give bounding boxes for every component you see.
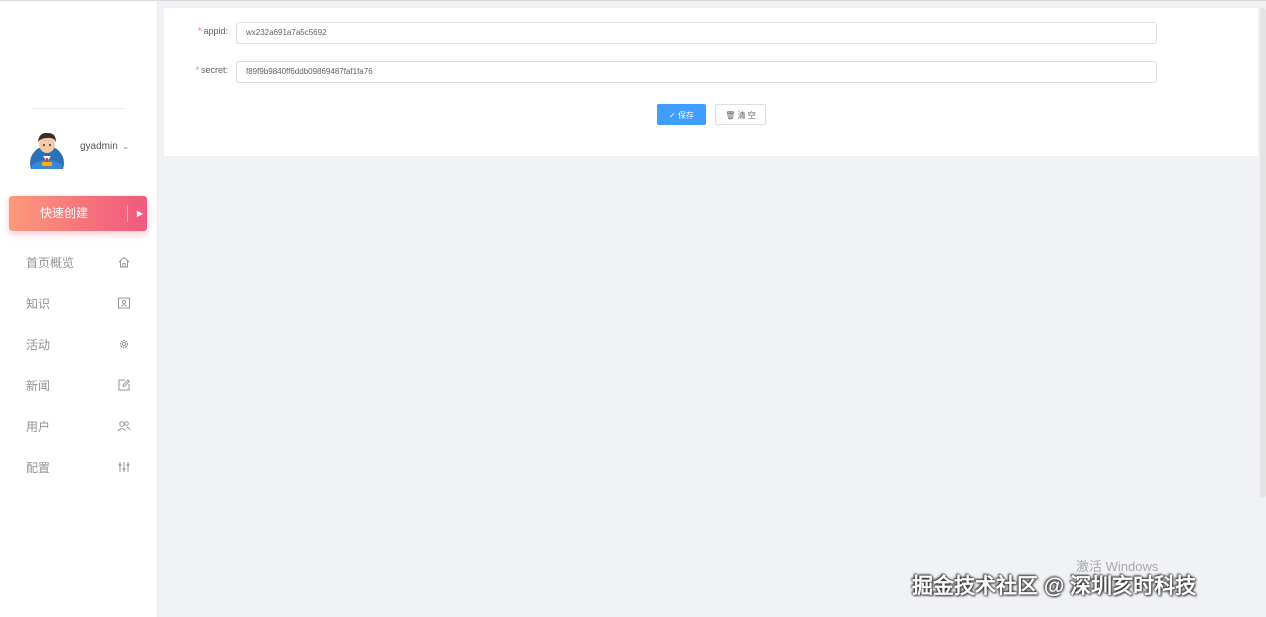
sidebar-item-activity[interactable]: 活动 (0, 324, 156, 364)
secret-input[interactable]: f89f9b9840ff6ddb09869487faf1fa76 (236, 61, 1157, 83)
quick-create-label: 快速创建 (39, 206, 88, 220)
quick-create-separator (127, 205, 128, 222)
site-watermark: 掘金技术社区 @ 深圳亥时科技 (912, 575, 1197, 598)
sidebar-item-config[interactable]: 配置 (0, 447, 156, 487)
avatar (30, 132, 64, 169)
required-mark: * (195, 65, 199, 75)
users-icon (117, 421, 131, 432)
secret-label: * secret: (195, 65, 228, 75)
chevron-down-icon: ⌄ (121, 141, 130, 151)
top-border (0, 0, 1266, 1)
sidebar: gyadmin ⌄ 快速创建 ▶ 首页概览 知识 活动 新闻 用户 配置 (0, 1, 158, 617)
secret-row: * secret: f89f9b9840ff6ddb09869487faf1fa7… (164, 61, 1258, 83)
sidebar-item-users[interactable]: 用户 (0, 406, 156, 446)
sidebar-item-news[interactable]: 新闻 (0, 365, 156, 405)
appid-label: * appid: (198, 26, 228, 36)
edit-icon (118, 379, 130, 391)
save-button[interactable]: ✓ 保存 (657, 104, 706, 125)
secret-label-text: secret: (200, 65, 228, 75)
username: gyadmin (80, 141, 118, 152)
clear-button-label: 清 空 (737, 111, 756, 120)
id-card-icon (118, 297, 130, 309)
vertical-scrollbar[interactable] (1260, 8, 1266, 498)
sidebar-item-label: 配置 (26, 461, 51, 475)
appid-label-text: appid: (203, 26, 228, 36)
caret-right-icon: ▶ (136, 209, 144, 218)
home-icon (118, 256, 130, 268)
sidebar-item-label: 知识 (26, 297, 51, 311)
sidebar-item-label: 用户 (26, 420, 51, 434)
user-profile[interactable]: gyadmin ⌄ (28, 129, 138, 171)
save-button-label: 保存 (677, 111, 694, 120)
sidebar-item-label: 新闻 (26, 379, 51, 393)
quick-create-button[interactable]: 快速创建 ▶ (9, 196, 147, 231)
sidebar-item-knowledge[interactable]: 知识 (0, 283, 156, 323)
appid-input[interactable]: wx232a691a7a5c5692 (236, 22, 1157, 44)
sidebar-divider (32, 108, 125, 109)
gear-icon (119, 339, 129, 349)
username-dropdown[interactable]: gyadmin ⌄ (80, 141, 129, 152)
required-mark: * (197, 26, 202, 36)
sidebar-item-label: 活动 (26, 338, 51, 352)
appid-row: * appid: wx232a691a7a5c5692 (164, 22, 1258, 44)
sidebar-item-label: 首页概览 (26, 256, 75, 270)
config-form-card: * appid: wx232a691a7a5c5692 * secret: f89f… (164, 8, 1258, 156)
clear-button[interactable]: 🗑 清 空 (715, 104, 766, 125)
check-icon: ✓ (669, 111, 676, 120)
sidebar-item-home[interactable]: 首页概览 (0, 242, 156, 282)
trash-icon: 🗑 (725, 111, 736, 120)
sliders-icon (118, 462, 130, 472)
